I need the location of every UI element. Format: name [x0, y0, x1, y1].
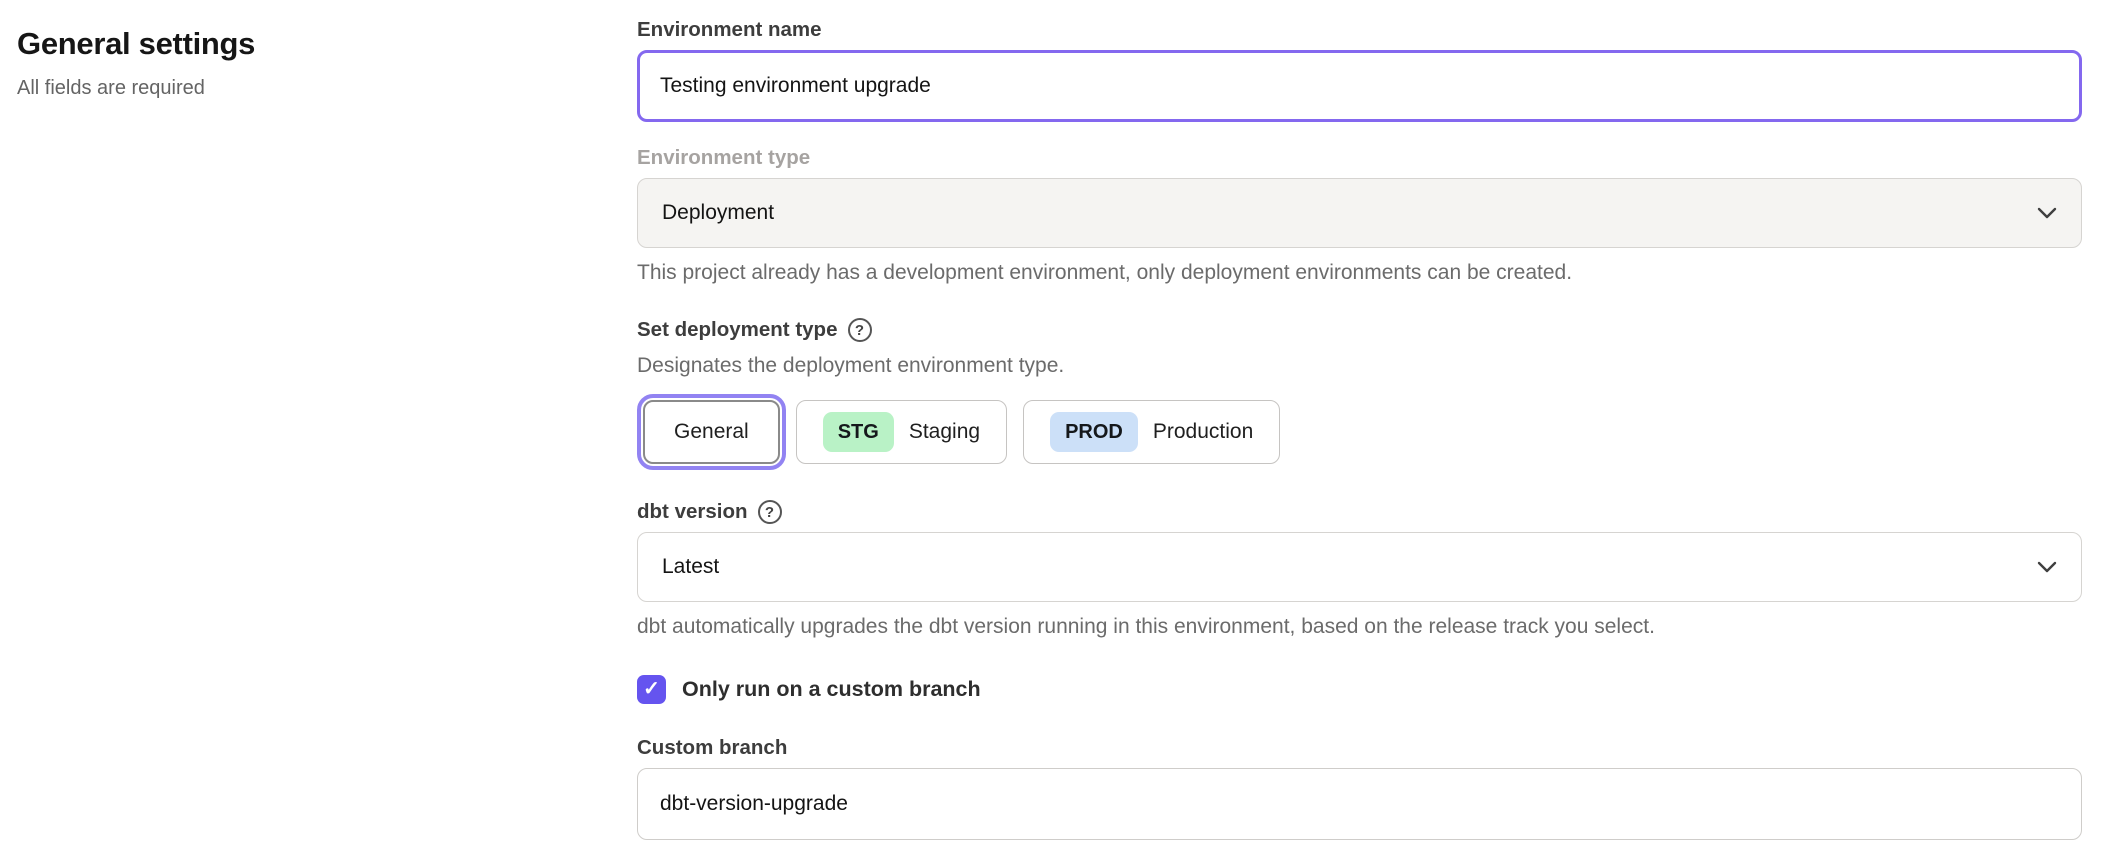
- dbt-version-value: Latest: [662, 555, 719, 579]
- environment-type-value: Deployment: [662, 201, 774, 225]
- dbt-version-field: dbt version ? Latest dbt automatically u…: [637, 500, 2082, 640]
- deployment-type-option-general[interactable]: General: [643, 400, 780, 464]
- dbt-version-label-text: dbt version: [637, 500, 748, 524]
- environment-name-label: Environment name: [637, 18, 2082, 42]
- custom-branch-input[interactable]: [637, 768, 2082, 840]
- deployment-type-option-staging[interactable]: STG Staging: [796, 400, 1007, 464]
- environment-name-field: Environment name: [637, 18, 2082, 122]
- environment-type-select: Deployment: [637, 178, 2082, 248]
- custom-branch-label: Custom branch: [637, 736, 2082, 760]
- deployment-type-description: Designates the deployment environment ty…: [637, 354, 2082, 378]
- environment-type-field: Environment type Deployment This project…: [637, 146, 2082, 286]
- dbt-version-label: dbt version ?: [637, 500, 2082, 524]
- page-title: General settings: [17, 26, 637, 62]
- environment-type-label: Environment type: [637, 146, 2082, 170]
- environment-type-helper: This project already has a development e…: [637, 260, 2082, 286]
- check-icon: ✓: [643, 679, 660, 699]
- deployment-type-label: Set deployment type ?: [637, 318, 2082, 342]
- deployment-type-label-text: Set deployment type: [637, 318, 838, 342]
- custom-branch-checkbox[interactable]: ✓: [637, 675, 666, 704]
- help-icon[interactable]: ?: [848, 318, 872, 342]
- custom-branch-toggle-row: ✓ Only run on a custom branch: [637, 675, 2082, 704]
- deployment-type-field: Set deployment type ? Designates the dep…: [637, 318, 2082, 470]
- settings-form: Environment name Environment type Deploy…: [637, 18, 2082, 840]
- page-subtitle: All fields are required: [17, 77, 637, 100]
- production-badge: PROD: [1050, 412, 1138, 452]
- custom-branch-toggle-label[interactable]: Only run on a custom branch: [682, 677, 981, 702]
- dbt-version-helper: dbt automatically upgrades the dbt versi…: [637, 614, 2082, 640]
- dbt-version-select[interactable]: Latest: [637, 532, 2082, 602]
- custom-branch-field: Custom branch: [637, 736, 2082, 840]
- help-icon[interactable]: ?: [758, 500, 782, 524]
- staging-badge: STG: [823, 412, 894, 452]
- deployment-type-option-staging-label: Staging: [909, 420, 980, 444]
- deployment-type-option-production[interactable]: PROD Production: [1023, 400, 1280, 464]
- chevron-down-icon: [2037, 207, 2057, 219]
- general-settings-page: General settings All fields are required…: [0, 0, 2116, 840]
- environment-name-input[interactable]: [637, 50, 2082, 122]
- deployment-type-option-production-label: Production: [1153, 420, 1253, 444]
- deployment-type-option-general-label: General: [674, 420, 749, 444]
- deployment-type-options: General STG Staging PROD Production: [637, 394, 2082, 470]
- chevron-down-icon: [2037, 561, 2057, 573]
- settings-intro: General settings All fields are required: [17, 18, 637, 840]
